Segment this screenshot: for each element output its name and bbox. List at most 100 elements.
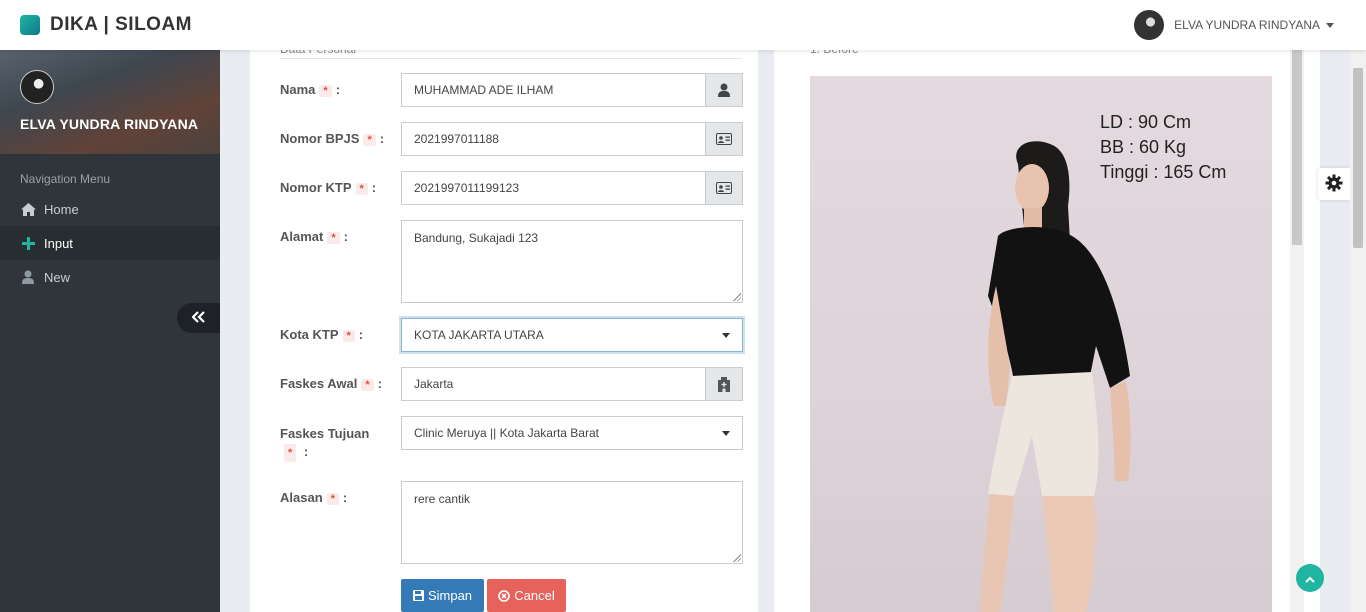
alasan-textarea[interactable]: rere cantik — [401, 481, 743, 564]
form-panel: Data Personal Nama*: MUHAMMAD ADE ILHAM … — [250, 36, 758, 612]
double-chevron-left-icon — [190, 310, 206, 326]
bpjs-input[interactable]: 2021997011188 — [401, 122, 705, 156]
save-label: Simpan — [427, 588, 473, 603]
label-text: Alasan — [280, 490, 323, 505]
label-text: Nama — [280, 82, 316, 97]
ktp-field[interactable]: 2021997011199123 — [401, 171, 743, 205]
measurement-line: Tinggi : 165 Cm — [1100, 162, 1227, 182]
scrollbar-thumb[interactable] — [1353, 68, 1363, 248]
dropdown-arrow-icon — [722, 332, 730, 338]
alasan-value: rere cantik — [414, 492, 471, 506]
avatar — [20, 70, 54, 104]
chevron-up-icon — [1305, 571, 1315, 586]
colon: : — [342, 490, 348, 505]
nama-field[interactable]: MUHAMMAD ADE ILHAM — [401, 73, 743, 107]
required-mark: * — [326, 493, 339, 505]
sidebar-profile: ELVA YUNDRA RINDYANA — [0, 50, 220, 154]
kota-label: Kota KTP *: — [280, 327, 363, 342]
caret-down-icon — [1326, 22, 1334, 28]
kota-select[interactable]: KOTA JAKARTA UTARA — [401, 318, 743, 352]
dropdown-arrow-icon — [722, 430, 730, 436]
save-button[interactable]: Simpan — [401, 579, 484, 612]
bpjs-field[interactable]: 2021997011188 — [401, 122, 743, 156]
before-photo: LD : 90 Cm BB : 60 Kg Tinggi : 165 Cm — [810, 76, 1272, 612]
ktp-label: Nomor KTP *: — [280, 180, 376, 195]
ktp-input[interactable]: 2021997011199123 — [401, 171, 705, 205]
nama-label: Nama *: — [280, 82, 340, 97]
required-mark: * — [355, 183, 368, 195]
faskes-tujuan-label: Faskes Tujuan * : — [280, 425, 380, 462]
sidebar-item-label: Input — [44, 235, 73, 251]
alasan-label: Alasan *: — [280, 490, 347, 505]
plus-icon — [20, 236, 36, 250]
avatar — [1134, 10, 1165, 40]
kota-selected-value: KOTA JAKARTA UTARA — [414, 328, 544, 342]
id-card-icon — [705, 171, 743, 205]
label-text: Nomor BPJS — [280, 131, 360, 146]
user-icon — [705, 73, 743, 107]
alamat-label: Alamat *: — [280, 229, 348, 244]
colon: : — [358, 327, 364, 342]
sidebar: ELVA YUNDRA RINDYANA Navigation Menu Hom… — [0, 50, 220, 612]
user-icon — [20, 270, 36, 284]
label-text: Faskes Tujuan — [280, 426, 370, 441]
preview-scrollbar[interactable] — [1290, 50, 1304, 612]
scrollbar-thumb[interactable] — [1292, 50, 1302, 245]
colon: : — [335, 82, 341, 97]
resize-handle[interactable] — [733, 554, 741, 562]
faskes-awal-label: Faskes Awal *: — [280, 376, 382, 391]
faskes-tujuan-selected-value: Clinic Meruya || Kota Jakarta Barat — [414, 426, 599, 440]
scroll-to-top-button[interactable] — [1296, 564, 1324, 592]
floppy-icon — [412, 590, 424, 601]
colon: : — [377, 376, 382, 391]
alamat-textarea[interactable]: Bandung, Sukajadi 123 — [401, 220, 743, 303]
sidebar-item-label: Home — [44, 201, 79, 217]
bpjs-label: Nomor BPJS *: — [280, 131, 384, 146]
required-mark: * — [327, 232, 340, 244]
sidebar-item-new[interactable]: New — [0, 260, 220, 294]
app-title: DIKA | SILOAM — [50, 14, 192, 35]
sidebar-collapse-button[interactable] — [177, 303, 220, 333]
label-text: Kota KTP — [280, 327, 339, 342]
logo-icon — [20, 15, 40, 35]
nav-heading: Navigation Menu — [20, 172, 111, 186]
required-mark: * — [363, 134, 376, 146]
gear-icon — [1325, 174, 1343, 195]
label-text: Alamat — [280, 229, 324, 244]
profile-name: ELVA YUNDRA RINDYANA — [20, 116, 199, 132]
close-circle-icon — [498, 589, 511, 602]
required-mark: * — [319, 85, 332, 97]
user-name: ELVA YUNDRA RINDYANA — [1174, 18, 1320, 32]
colon: : — [371, 180, 377, 195]
home-icon — [20, 202, 36, 216]
cancel-label: Cancel — [514, 588, 555, 603]
required-mark: * — [342, 330, 355, 342]
colon: : — [303, 444, 309, 459]
label-text: Nomor KTP — [280, 180, 352, 195]
user-menu[interactable]: ELVA YUNDRA RINDYANA — [1134, 10, 1334, 40]
faskes-awal-input[interactable]: Jakarta — [401, 367, 705, 401]
faskes-awal-field[interactable]: Jakarta — [401, 367, 743, 401]
hospital-icon — [705, 367, 743, 401]
colon: : — [379, 131, 385, 146]
nama-input[interactable]: MUHAMMAD ADE ILHAM — [401, 73, 705, 107]
measurement-line: BB : 60 Kg — [1100, 137, 1187, 157]
cancel-button[interactable]: Cancel — [487, 579, 566, 612]
id-card-icon — [705, 122, 743, 156]
settings-button[interactable] — [1318, 168, 1350, 200]
colon: : — [343, 229, 348, 244]
faskes-tujuan-select[interactable]: Clinic Meruya || Kota Jakarta Barat — [401, 416, 743, 450]
photo-measurements: LD : 90 Cm BB : 60 Kg Tinggi : 165 Cm — [1100, 110, 1226, 185]
brand[interactable]: DIKA | SILOAM — [20, 14, 192, 36]
required-mark: * — [361, 379, 374, 391]
sidebar-item-home[interactable]: Home — [0, 192, 220, 226]
label-text: Faskes Awal — [280, 376, 358, 391]
top-navbar: DIKA | SILOAM ELVA YUNDRA RINDYANA — [0, 0, 1366, 50]
resize-handle[interactable] — [733, 293, 741, 301]
alamat-value: Bandung, Sukajadi 123 — [414, 231, 539, 245]
page-scrollbar[interactable] — [1350, 50, 1366, 612]
preview-panel: 1. Before LD : 90 Cm BB : 60 Kg Tinggi :… — [774, 36, 1320, 612]
required-mark: * — [284, 444, 297, 462]
sidebar-item-input[interactable]: Input — [0, 226, 220, 260]
sidebar-item-label: New — [44, 269, 71, 285]
